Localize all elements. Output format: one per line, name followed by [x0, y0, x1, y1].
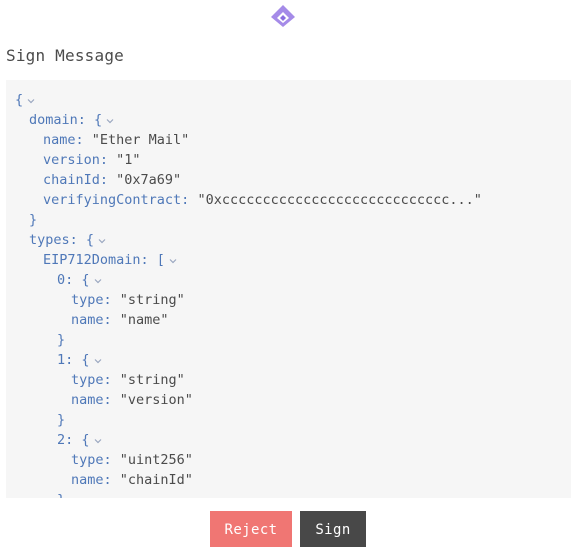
json-key: chainId: [43, 172, 117, 188]
json-key: 2: { [57, 432, 90, 448]
json-key: { [15, 92, 24, 108]
json-key: 1: { [57, 352, 90, 368]
json-key: EIP712Domain: [ [43, 252, 165, 268]
json-line: type: "string" [6, 370, 571, 390]
chevron-down-icon[interactable] [105, 116, 115, 126]
json-key: } [57, 492, 65, 498]
json-line: type: "uint256" [6, 450, 571, 470]
json-key: type: [71, 452, 120, 468]
chevron-down-icon[interactable] [93, 276, 103, 286]
json-key: type: [71, 292, 120, 308]
json-key: type: [71, 372, 120, 388]
chevron-down-icon[interactable] [97, 236, 107, 246]
chevron-down-icon[interactable] [93, 356, 103, 366]
json-key: domain: { [29, 112, 103, 128]
reject-button[interactable]: Reject [210, 511, 292, 547]
chevron-down-icon[interactable] [26, 96, 36, 106]
json-key: } [29, 212, 38, 228]
json-key: verifyingContract: [43, 192, 198, 208]
json-key: name: [43, 132, 92, 148]
json-key: types: { [29, 232, 95, 248]
json-value: "version" [119, 392, 193, 408]
json-value: "0x7a69" [116, 172, 182, 188]
action-bar: Reject Sign [0, 511, 579, 547]
json-line[interactable]: 2: { [6, 430, 571, 450]
json-line[interactable]: EIP712Domain: [ [6, 250, 571, 270]
json-key: } [57, 412, 66, 428]
json-line: } [6, 210, 571, 230]
json-value: "1" [116, 152, 141, 168]
sign-message-window: Sign Message { domain: { name: "Ether Mail… [0, 0, 579, 556]
json-lines: {domain: {name: "Ether Mail" version: "1"… [6, 90, 571, 498]
json-value: "name" [119, 312, 169, 328]
json-line: type: "string" [6, 290, 571, 310]
json-value: "string" [119, 292, 185, 308]
hexagon-chevron-logo-icon [271, 5, 295, 27]
json-key: version: [43, 152, 117, 168]
json-key: } [57, 332, 66, 348]
json-line[interactable]: types: { [6, 230, 571, 250]
json-line: chainId: "0x7a69" [6, 170, 571, 190]
json-key: 0: { [57, 272, 90, 288]
chevron-down-icon[interactable] [168, 256, 178, 266]
json-line: } [6, 410, 571, 430]
json-key: name: [71, 312, 120, 328]
message-json-viewer[interactable]: {domain: {name: "Ether Mail" version: "1"… [6, 80, 571, 498]
json-key: name: [71, 392, 120, 408]
json-line: } [6, 490, 571, 498]
json-line[interactable]: 0: { [6, 270, 571, 290]
json-line: name: "Ether Mail" [6, 130, 571, 150]
chevron-down-icon[interactable] [93, 436, 103, 446]
json-value: "string" [119, 372, 185, 388]
json-value: "chainId" [119, 472, 193, 488]
json-line: } [6, 330, 571, 350]
sign-button[interactable]: Sign [300, 511, 366, 547]
json-line: verifyingContract: "0xcccccccccccccccccc… [6, 190, 571, 210]
json-line[interactable]: { [6, 90, 571, 110]
json-value: "Ether Mail" [91, 132, 190, 148]
json-line: name: "name" [6, 310, 571, 330]
json-line: name: "chainId" [6, 470, 571, 490]
json-line[interactable]: domain: { [6, 110, 571, 130]
json-line: version: "1" [6, 150, 571, 170]
json-value: "uint256" [119, 452, 193, 468]
page-title: Sign Message [6, 46, 124, 65]
json-key: name: [71, 472, 120, 488]
json-line[interactable]: 1: { [6, 350, 571, 370]
json-value: "0xcccccccccccccccccccccccccccc..." [197, 192, 482, 208]
json-line: name: "version" [6, 390, 571, 410]
